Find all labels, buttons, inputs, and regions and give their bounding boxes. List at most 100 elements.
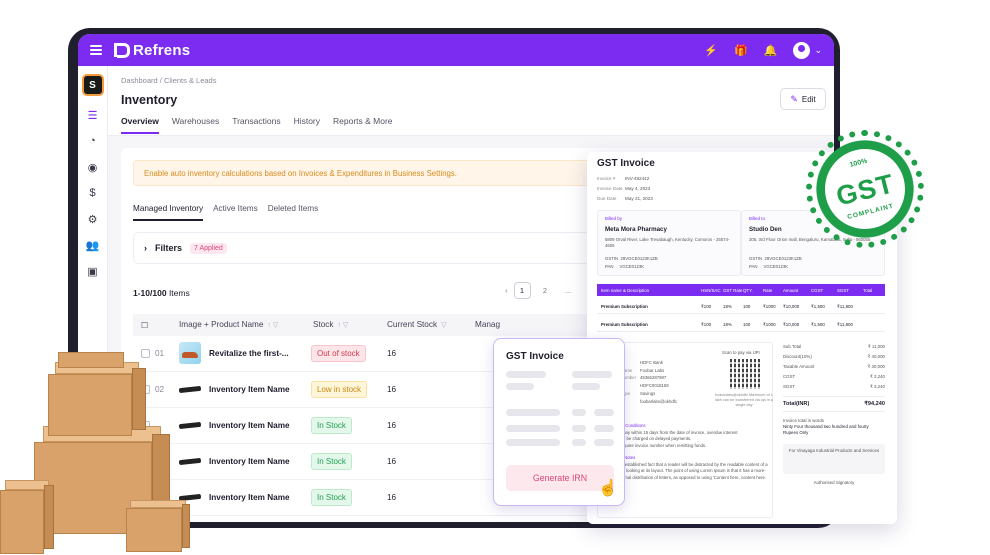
signatory-label: Authorised Signatory [813, 480, 855, 485]
skeleton-line [594, 425, 614, 432]
prev-page-icon[interactable]: ‹ [505, 286, 508, 295]
menu-icon[interactable] [90, 45, 102, 55]
skeleton-line [572, 425, 586, 432]
col-product[interactable]: Image + Product Name ↑ ▽ [179, 320, 278, 329]
terms-section: Terms and Conditions 1. Please pay withi… [604, 423, 768, 481]
billed-to-label: Billed to [749, 216, 766, 221]
product-thumbnail [179, 450, 201, 472]
invoice-column-header: Amount [783, 288, 799, 293]
invoice-cell: 100 [743, 304, 751, 309]
inventory-nav-icon[interactable]: ☰ [85, 108, 101, 122]
table-header: ☐ Image + Product Name ↑ ▽ Stock ↑ ▽ Curre… [133, 314, 603, 336]
meta-key: Invoice # [597, 176, 616, 181]
subtab-managed[interactable]: Managed Inventory [133, 204, 204, 221]
invoice-cell: Premium Subscription [601, 304, 648, 309]
current-stock-value: 16 [387, 421, 397, 430]
current-stock-value: 16 [387, 493, 397, 502]
invoice-column-header: GST Rate [723, 288, 743, 293]
meta-value: INV-482442 [625, 176, 650, 181]
meta-key: Invoice Date [597, 186, 623, 191]
total-value: ₹ 11,000 [867, 344, 885, 349]
tab-reports[interactable]: Reports & More [333, 116, 393, 134]
edit-label: Edit [801, 94, 816, 104]
reports-nav-icon[interactable]: ▣ [85, 264, 101, 278]
subtab-active[interactable]: Active Items [213, 204, 258, 221]
edit-icon: ✎ [790, 93, 798, 104]
grand-total: Total(INR) ₹94,240 [783, 396, 885, 412]
billed-by-name: Meta Mora Pharmacy [605, 226, 667, 233]
page-1[interactable]: 1 [513, 282, 531, 299]
breadcrumb[interactable]: Dashboard / Clients & Leads [121, 76, 216, 85]
stock-status-badge: Low in stock [311, 381, 368, 398]
gst-compliant-stamp: 100% GST COMPLAINT [806, 130, 924, 248]
invoice-cell: ₹1000 [763, 304, 776, 309]
filters-bar[interactable]: › Filters 7 Applied [133, 232, 603, 264]
invoice-cell: ₹100 [701, 322, 712, 327]
chevron-down-icon[interactable]: ⌄ [814, 45, 822, 56]
business-logo-icon[interactable]: S [81, 74, 104, 96]
invoice-line-item: Premium Subscription ₹100 18% 100 ₹1000 ₹10,0… [597, 298, 885, 314]
top-bar: Refrens ⚡ 🎁 🔔 ⌄ [78, 34, 834, 66]
items-range: 1-10/100 [133, 288, 167, 298]
select-all-checkbox[interactable]: ☐ [141, 320, 148, 330]
col-current-stock[interactable]: Current Stock ▽ [387, 320, 446, 329]
filters-applied-badge: 7 Applied [190, 242, 227, 254]
tab-history[interactable]: History [294, 116, 320, 134]
dashboard-nav-icon[interactable]: ◔ [85, 134, 101, 148]
total-line: Discount(10%) ₹ 40,000 [783, 352, 885, 362]
filter-icon: ▽ [441, 322, 447, 329]
gift-icon[interactable]: 🎁 [734, 44, 748, 57]
product-name[interactable]: Inventory Item Name [209, 457, 290, 466]
bolt-icon[interactable]: ⚡ [704, 44, 718, 57]
tab-transactions[interactable]: Transactions [232, 116, 280, 134]
col-manage[interactable]: Manag [475, 320, 500, 329]
edit-button[interactable]: ✎ Edit [780, 88, 826, 110]
grand-total-label: Total(INR) [783, 401, 810, 407]
subtab-deleted[interactable]: Deleted Items [268, 204, 319, 221]
invoice-cell: ₹10,000 [783, 322, 800, 327]
skeleton-line [572, 371, 612, 378]
skeleton-line [506, 371, 546, 378]
skeleton-line [506, 383, 534, 390]
row-checkbox[interactable] [141, 349, 150, 358]
meta-row: Invoice Date May 4, 2023 [597, 184, 653, 194]
skeleton-line [572, 383, 600, 390]
billed-to-pan: VGCE0123K [763, 264, 789, 269]
current-stock-value: 16 [387, 457, 397, 466]
billed-by-pan: VGCE0123K [619, 264, 645, 269]
skeleton-line [572, 439, 586, 446]
col-stock-label: Stock [313, 320, 334, 329]
tab-warehouses[interactable]: Warehouses [172, 116, 219, 134]
settings-banner[interactable]: Enable auto inventory calculations based… [133, 160, 603, 186]
col-stock[interactable]: Stock ↑ ▽ [313, 320, 348, 329]
brand-logo[interactable]: Refrens [114, 42, 190, 59]
settings-nav-icon[interactable]: ⚙ [85, 212, 101, 226]
team-nav-icon[interactable]: 👥 [85, 238, 101, 252]
billing-nav-icon[interactable]: $ [85, 186, 101, 200]
invoice-cell: ₹100 [701, 304, 712, 309]
invoice-cell: ₹1,500 [811, 322, 825, 327]
hand-cursor-icon: ☝ [598, 480, 618, 497]
invoice-column-header: CGST [811, 288, 824, 293]
product-name[interactable]: Inventory Item Name [209, 421, 290, 430]
tab-overview[interactable]: Overview [121, 116, 159, 134]
product-name[interactable]: Inventory Item Name [209, 385, 290, 394]
page-2[interactable]: 2 [537, 282, 554, 299]
app-name: Refrens [133, 41, 191, 59]
bell-icon[interactable]: 🔔 [764, 44, 778, 57]
box-front [58, 352, 124, 368]
page-more[interactable]: ... [560, 282, 577, 299]
total-key: Sub Total [783, 344, 802, 349]
avatar-icon[interactable] [793, 41, 811, 59]
invoice-cell: ₹10,000 [783, 304, 800, 309]
clients-nav-icon[interactable]: ◉ [85, 160, 101, 174]
product-name[interactable]: Revitalize the first-... [209, 349, 289, 358]
page-tabs: Overview Warehouses Transactions History… [121, 116, 393, 134]
invoice-column-header: Item name & Description [601, 288, 650, 293]
invoice-cell: ₹11,800 [837, 322, 853, 327]
terms-line: 2. Please quote invoice number when remi… [604, 442, 707, 448]
billed-to-name: Studio Den [749, 226, 782, 233]
row-number: 02 [155, 385, 165, 394]
total-line: SGST ₹ 3,240 [783, 382, 885, 392]
product-name[interactable]: Inventory Item Name [209, 493, 290, 502]
